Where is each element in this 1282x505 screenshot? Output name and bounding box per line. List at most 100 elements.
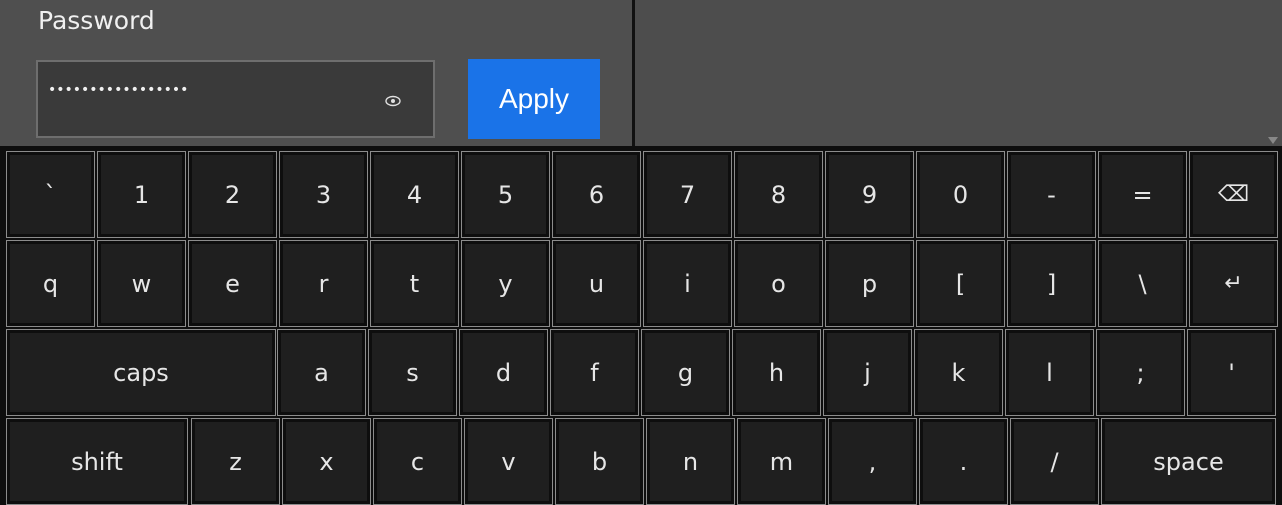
key-open-bracket[interactable]: [ bbox=[916, 240, 1005, 327]
key-4[interactable]: 4 bbox=[370, 151, 459, 238]
key-n[interactable]: n bbox=[646, 418, 735, 505]
key-label: r bbox=[318, 269, 329, 298]
key-label: f bbox=[590, 358, 599, 387]
key-7[interactable]: 7 bbox=[643, 151, 732, 238]
key-z[interactable]: z bbox=[191, 418, 280, 505]
key-semicolon[interactable]: ; bbox=[1096, 329, 1185, 416]
key-space[interactable]: space bbox=[1101, 418, 1276, 505]
key-label: l bbox=[1046, 358, 1053, 387]
key-label: c bbox=[410, 447, 425, 476]
key-shift[interactable]: shift bbox=[6, 418, 188, 505]
password-label: Password bbox=[38, 6, 155, 35]
key-d[interactable]: d bbox=[459, 329, 548, 416]
key-label: 3 bbox=[315, 180, 332, 209]
key-equals[interactable]: = bbox=[1098, 151, 1187, 238]
key-h[interactable]: h bbox=[732, 329, 821, 416]
key-f[interactable]: f bbox=[550, 329, 639, 416]
key-label: shift bbox=[71, 447, 123, 476]
key-label: ↵ bbox=[1224, 271, 1243, 296]
key-label: ' bbox=[1228, 358, 1235, 387]
key-label: s bbox=[406, 358, 419, 387]
key-g[interactable]: g bbox=[641, 329, 730, 416]
key-label: 6 bbox=[588, 180, 605, 209]
key-6[interactable]: 6 bbox=[552, 151, 641, 238]
key-i[interactable]: i bbox=[643, 240, 732, 327]
key-1[interactable]: 1 bbox=[97, 151, 186, 238]
key-3[interactable]: 3 bbox=[279, 151, 368, 238]
show-password-icon[interactable] bbox=[384, 92, 402, 110]
key-label: 9 bbox=[861, 180, 878, 209]
key-label: g bbox=[677, 358, 694, 387]
key-c[interactable]: c bbox=[373, 418, 462, 505]
key-o[interactable]: o bbox=[734, 240, 823, 327]
key-caps[interactable]: caps bbox=[6, 329, 276, 416]
key-label: p bbox=[861, 269, 878, 298]
key-label: u bbox=[588, 269, 605, 298]
key-label: m bbox=[769, 447, 794, 476]
key-backtick[interactable]: ` bbox=[6, 151, 95, 238]
key-j[interactable]: j bbox=[823, 329, 912, 416]
key-0[interactable]: 0 bbox=[916, 151, 1005, 238]
key-5[interactable]: 5 bbox=[461, 151, 550, 238]
key-backslash[interactable]: \ bbox=[1098, 240, 1187, 327]
key-a[interactable]: a bbox=[277, 329, 366, 416]
key-enter[interactable]: ↵ bbox=[1189, 240, 1278, 327]
key-quote[interactable]: ' bbox=[1187, 329, 1276, 416]
key-8[interactable]: 8 bbox=[734, 151, 823, 238]
key-period[interactable]: . bbox=[919, 418, 1008, 505]
key-label: - bbox=[1047, 180, 1056, 209]
key-label: 8 bbox=[770, 180, 787, 209]
key-m[interactable]: m bbox=[737, 418, 826, 505]
key-label: v bbox=[501, 447, 516, 476]
key-label: y bbox=[498, 269, 513, 298]
key-label: 0 bbox=[952, 180, 969, 209]
on-screen-keyboard: ` 1 2 3 4 5 6 7 8 9 0 - = ⌫ q w e r t y u i o p [] \ ↵ caps a s d f g h j k… bbox=[0, 146, 1282, 505]
key-u[interactable]: u bbox=[552, 240, 641, 327]
key-k[interactable]: k bbox=[914, 329, 1003, 416]
key-s[interactable]: s bbox=[368, 329, 457, 416]
key-backspace[interactable]: ⌫ bbox=[1189, 151, 1278, 238]
key-minus[interactable]: - bbox=[1007, 151, 1096, 238]
key-label: [ bbox=[955, 269, 966, 298]
key-label: caps bbox=[113, 358, 169, 387]
key-label: d bbox=[495, 358, 512, 387]
key-comma[interactable]: , bbox=[828, 418, 917, 505]
key-label: ` bbox=[44, 180, 57, 209]
empty-panel bbox=[635, 0, 1282, 146]
key-label: x bbox=[319, 447, 334, 476]
key-label: 4 bbox=[406, 180, 423, 209]
key-label: n bbox=[682, 447, 699, 476]
key-label: q bbox=[42, 269, 59, 298]
key-q[interactable]: q bbox=[6, 240, 95, 327]
key-label: = bbox=[1132, 180, 1153, 209]
key-label: ; bbox=[1136, 358, 1145, 387]
key-label: . bbox=[959, 447, 968, 476]
password-value: ••••••••••••••••• bbox=[48, 82, 189, 98]
key-label: j bbox=[864, 358, 871, 387]
key-b[interactable]: b bbox=[555, 418, 644, 505]
key-y[interactable]: y bbox=[461, 240, 550, 327]
key-slash[interactable]: / bbox=[1010, 418, 1099, 505]
key-x[interactable]: x bbox=[282, 418, 371, 505]
apply-button[interactable]: Apply bbox=[468, 59, 600, 139]
key-label: 1 bbox=[133, 180, 150, 209]
key-v[interactable]: v bbox=[464, 418, 553, 505]
key-close-bracket[interactable]: ] bbox=[1007, 240, 1096, 327]
key-p[interactable]: p bbox=[825, 240, 914, 327]
key-label: space bbox=[1153, 447, 1224, 476]
key-2[interactable]: 2 bbox=[188, 151, 277, 238]
password-field[interactable]: ••••••••••••••••• bbox=[36, 60, 435, 138]
key-t[interactable]: t bbox=[370, 240, 459, 327]
scroll-down-icon[interactable] bbox=[1268, 137, 1278, 144]
key-l[interactable]: l bbox=[1005, 329, 1094, 416]
key-e[interactable]: e bbox=[188, 240, 277, 327]
key-r[interactable]: r bbox=[279, 240, 368, 327]
key-w[interactable]: w bbox=[97, 240, 186, 327]
key-label: ⌫ bbox=[1217, 182, 1250, 207]
key-label: , bbox=[868, 447, 877, 476]
key-label: o bbox=[771, 269, 786, 298]
key-label: 5 bbox=[497, 180, 514, 209]
key-label: w bbox=[131, 269, 152, 298]
key-9[interactable]: 9 bbox=[825, 151, 914, 238]
key-label: 2 bbox=[224, 180, 241, 209]
